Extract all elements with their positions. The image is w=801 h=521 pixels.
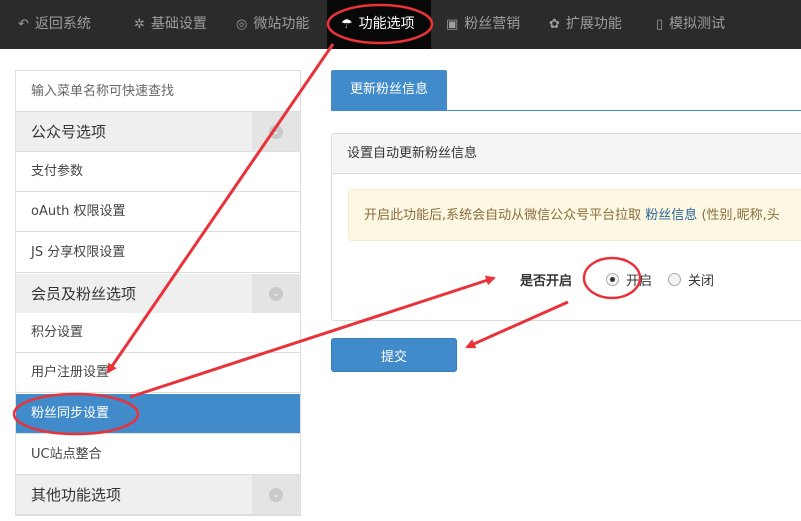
gift-icon: ▣ bbox=[446, 17, 459, 32]
radio-enable[interactable]: 开启 bbox=[606, 270, 652, 289]
panel-title: 设置自动更新粉丝信息 bbox=[332, 134, 801, 174]
enable-field-label: 是否开启 bbox=[520, 274, 573, 289]
gear-icon: ✲ bbox=[134, 17, 145, 32]
nav-item-basic-settings[interactable]: ✲ 基础设置 bbox=[134, 0, 207, 49]
collapse-toggle[interactable]: ⌄ bbox=[252, 112, 300, 151]
collapse-toggle[interactable]: ⌄ bbox=[252, 475, 300, 514]
alert-text: 开启此功能后,系统会自动从微信公众号平台拉取 bbox=[364, 208, 642, 223]
nav-item-label: 粉丝营销 bbox=[464, 16, 521, 32]
nav-item-label: 扩展功能 bbox=[565, 16, 622, 32]
fan-info-link[interactable]: 粉丝信息 bbox=[645, 208, 697, 223]
sidebar-item-uc-integration[interactable]: UC站点整合 bbox=[16, 435, 300, 475]
sidebar: 公众号选项 ⌄ 支付参数 oAuth 权限设置 JS 分享权限设置 会员及粉丝选… bbox=[15, 70, 301, 516]
umbrella-icon: ☂ bbox=[341, 17, 353, 32]
nav-item-label: 返回系统 bbox=[34, 16, 91, 32]
chevron-down-icon: ⌄ bbox=[269, 286, 283, 301]
submit-button[interactable]: 提交 bbox=[331, 338, 457, 372]
sidebar-group-members-fans[interactable]: 会员及粉丝选项 ⌄ bbox=[16, 274, 300, 314]
sidebar-item-oauth[interactable]: oAuth 权限设置 bbox=[16, 192, 300, 232]
tab-underline bbox=[331, 110, 801, 111]
radio-dot[interactable] bbox=[668, 273, 681, 286]
menu-search-input[interactable] bbox=[16, 71, 300, 112]
sidebar-item-fan-sync[interactable]: 粉丝同步设置 bbox=[16, 394, 300, 434]
sidebar-item-label: JS 分享权限设置 bbox=[31, 245, 126, 260]
sidebar-group-label: 公众号选项 bbox=[31, 123, 107, 141]
sidebar-item-registration[interactable]: 用户注册设置 bbox=[16, 353, 300, 393]
collapse-toggle[interactable]: ⌄ bbox=[252, 274, 300, 313]
top-navbar: ↶ 返回系统 ✲ 基础设置 ◎ 微站功能 ☂ 功能选项 ▣ 粉丝营销 ✿ 扩展功能 ▯ 模拟测… bbox=[0, 0, 801, 49]
sidebar-item-js-share[interactable]: JS 分享权限设置 bbox=[16, 233, 300, 273]
info-alert: 开启此功能后,系统会自动从微信公众号平台拉取 粉丝信息 (性别,昵称,头 bbox=[348, 189, 801, 241]
alert-text-tail: (性别,昵称,头 bbox=[701, 208, 780, 223]
sidebar-group-label: 会员及粉丝选项 bbox=[31, 285, 137, 303]
nav-item-label: 功能选项 bbox=[358, 16, 415, 32]
radio-disable[interactable]: 关闭 bbox=[668, 270, 714, 289]
sidebar-item-label: 支付参数 bbox=[31, 164, 84, 179]
tab-update-fan-info[interactable]: 更新粉丝信息 bbox=[331, 70, 447, 110]
sidebar-item-label: 积分设置 bbox=[31, 325, 84, 340]
nav-item-extensions[interactable]: ✿ 扩展功能 bbox=[549, 0, 622, 49]
nav-item-function-options[interactable]: ☂ 功能选项 bbox=[327, 0, 431, 49]
reply-icon: ↶ bbox=[18, 17, 29, 32]
nav-item-simulation[interactable]: ▯ 模拟测试 bbox=[656, 0, 725, 49]
gears-icon: ✿ bbox=[549, 17, 560, 32]
nav-item-label: 模拟测试 bbox=[669, 16, 726, 32]
mobile-icon: ▯ bbox=[656, 17, 664, 32]
nav-item-label: 基础设置 bbox=[150, 16, 207, 32]
nav-item-fan-marketing[interactable]: ▣ 粉丝营销 bbox=[446, 0, 520, 49]
radio-dot-selected[interactable] bbox=[606, 273, 619, 286]
sidebar-item-label: 粉丝同步设置 bbox=[31, 406, 110, 421]
sidebar-group-other[interactable]: 其他功能选项 ⌄ bbox=[16, 475, 300, 515]
sidebar-item-label: oAuth 权限设置 bbox=[31, 204, 126, 219]
radio-label: 关闭 bbox=[688, 274, 715, 289]
chevron-down-icon: ⌄ bbox=[269, 124, 283, 139]
nav-item-microsite[interactable]: ◎ 微站功能 bbox=[236, 0, 309, 49]
sidebar-group-official-account[interactable]: 公众号选项 ⌄ bbox=[16, 112, 300, 152]
sidebar-item-credits[interactable]: 积分设置 bbox=[16, 313, 300, 353]
sidebar-item-label: 用户注册设置 bbox=[31, 365, 110, 380]
sidebar-group-label: 其他功能选项 bbox=[31, 486, 122, 504]
sidebar-item-label: UC站点整合 bbox=[31, 447, 102, 462]
nav-item-label: 微站功能 bbox=[253, 16, 310, 32]
nav-item-back[interactable]: ↶ 返回系统 bbox=[18, 0, 91, 49]
radio-label: 开启 bbox=[626, 274, 653, 289]
chevron-down-icon: ⌄ bbox=[269, 487, 283, 502]
settings-panel: 设置自动更新粉丝信息 开启此功能后,系统会自动从微信公众号平台拉取 粉丝信息 (… bbox=[331, 133, 801, 321]
lifebuoy-icon: ◎ bbox=[236, 17, 248, 32]
sidebar-item-payment-params[interactable]: 支付参数 bbox=[16, 152, 300, 192]
